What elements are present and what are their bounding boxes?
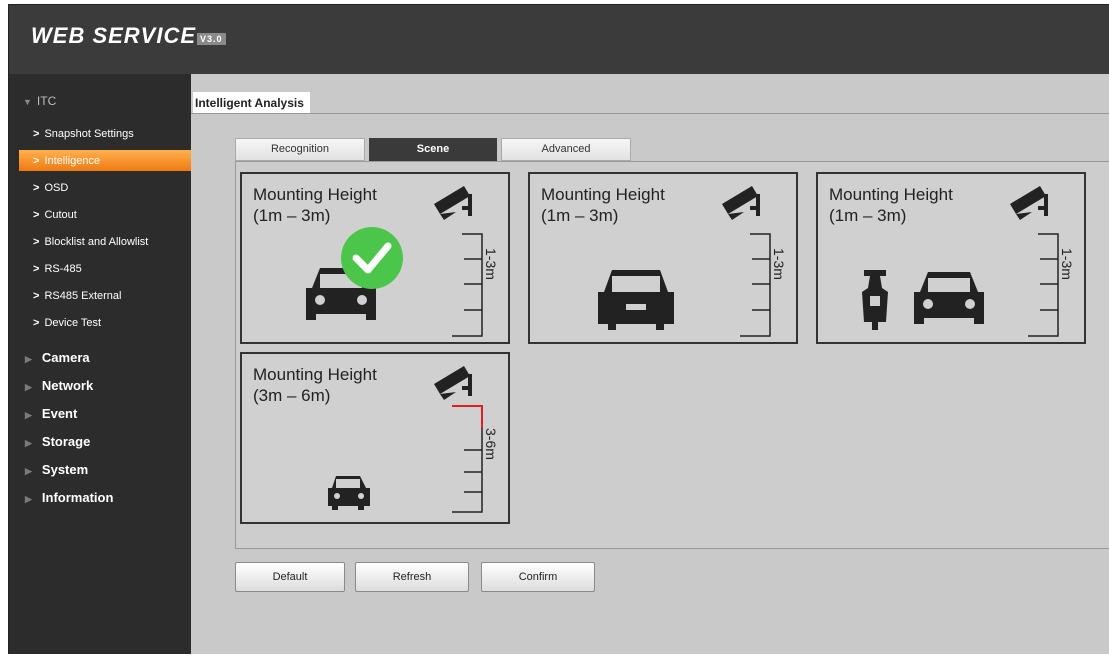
sidebar-item-itc[interactable]: ▼ ITC [23,94,56,108]
chevron-right-icon: > [33,290,40,302]
refresh-button[interactable]: Refresh [355,562,469,592]
caret-right-icon: ▶ [25,494,32,504]
title-divider [191,113,1109,114]
chevron-right-icon: > [33,209,40,221]
chevron-right-icon: > [33,236,40,248]
sidebar-item-rs485-external[interactable]: > RS485 External [33,290,121,302]
chevron-right-icon: > [33,155,40,167]
camera-icon [1010,186,1048,220]
tab-scene[interactable]: Scene [369,138,497,161]
scene-illustration: 1-3m [306,186,499,337]
sidebar-item-camera[interactable]: ▶ Camera [25,350,90,365]
main-content: Intelligent Analysis Recognition Scene A… [191,74,1109,654]
car-rear-icon [598,270,674,330]
sidebar-item-intelligence[interactable]: > Intelligence [33,155,100,167]
tab-recognition[interactable]: Recognition [235,138,365,161]
sidebar-item-snapshot-settings[interactable]: > Snapshot Settings [33,128,134,140]
camera-icon [722,186,760,220]
sidebar-item-storage[interactable]: ▶ Storage [25,434,90,449]
camera-icon [434,186,472,220]
scale-highlight [452,405,483,428]
scene-panel: Mounting Height (1m – 3m) 1-3m Mounting … [235,161,1109,549]
sidebar-item-device-test[interactable]: > Device Test [33,317,101,329]
checkmark-icon [341,227,403,289]
sidebar: ▼ ITC > Snapshot Settings > Intelligence > O… [9,74,191,654]
scale-label: 3-6m [483,428,499,460]
caret-down-icon: ▼ [23,97,32,107]
chevron-right-icon: > [33,263,40,275]
browser-frame: WEB SERVICE V3.0 ▼ ITC > Snapshot Settings … [8,4,1109,654]
scene-illustration: 3-6m [328,366,499,513]
sidebar-item-blocklist-and-allowlist[interactable]: > Blocklist and Allowlist [33,236,148,248]
chevron-right-icon: > [33,317,40,329]
car-icon [914,272,984,324]
caret-right-icon: ▶ [25,466,32,476]
sidebar-item-network[interactable]: ▶ Network [25,378,93,393]
page-title: Intelligent Analysis [193,92,310,114]
height-scale [740,233,771,337]
scene-illustration: 1-3m [862,186,1075,337]
chevron-right-icon: > [33,128,40,140]
scale-label: 1-3m [771,248,787,280]
caret-right-icon: ▶ [25,354,32,364]
scene-card-1[interactable]: Mounting Height (1m – 3m) 1-3m [240,172,510,344]
default-button[interactable]: Default [235,562,345,592]
sidebar-item-rs-485[interactable]: > RS-485 [33,263,82,275]
sidebar-item-event[interactable]: ▶ Event [25,406,77,421]
sidebar-item-information[interactable]: ▶ Information [25,490,113,505]
scene-illustration: 1-3m [598,186,787,337]
scale-label: 1-3m [483,248,499,280]
tab-advanced[interactable]: Advanced [501,138,631,161]
chevron-right-icon: > [33,182,40,194]
motorcycle-icon [862,270,888,330]
height-scale [1028,233,1059,337]
height-scale [452,233,483,337]
caret-right-icon: ▶ [25,410,32,420]
caret-right-icon: ▶ [25,438,32,448]
app-logo: WEB SERVICE V3.0 [31,23,226,49]
scale-label: 1-3m [1059,248,1075,280]
confirm-button[interactable]: Confirm [481,562,595,592]
scene-card-2[interactable]: Mounting Height (1m – 3m) 1-3m [528,172,798,344]
sidebar-item-osd[interactable]: > OSD [33,182,68,194]
caret-right-icon: ▶ [25,382,32,392]
header-bar: WEB SERVICE V3.0 [9,5,1109,74]
height-scale [452,428,483,513]
scene-card-4[interactable]: Mounting Height (3m – 6m) 3-6m [240,352,510,524]
scene-card-3[interactable]: Mounting Height (1m – 3m) 1-3m [816,172,1086,344]
camera-icon [434,366,472,400]
sidebar-item-cutout[interactable]: > Cutout [33,209,77,221]
sidebar-item-system[interactable]: ▶ System [25,462,88,477]
car-icon [328,476,370,510]
